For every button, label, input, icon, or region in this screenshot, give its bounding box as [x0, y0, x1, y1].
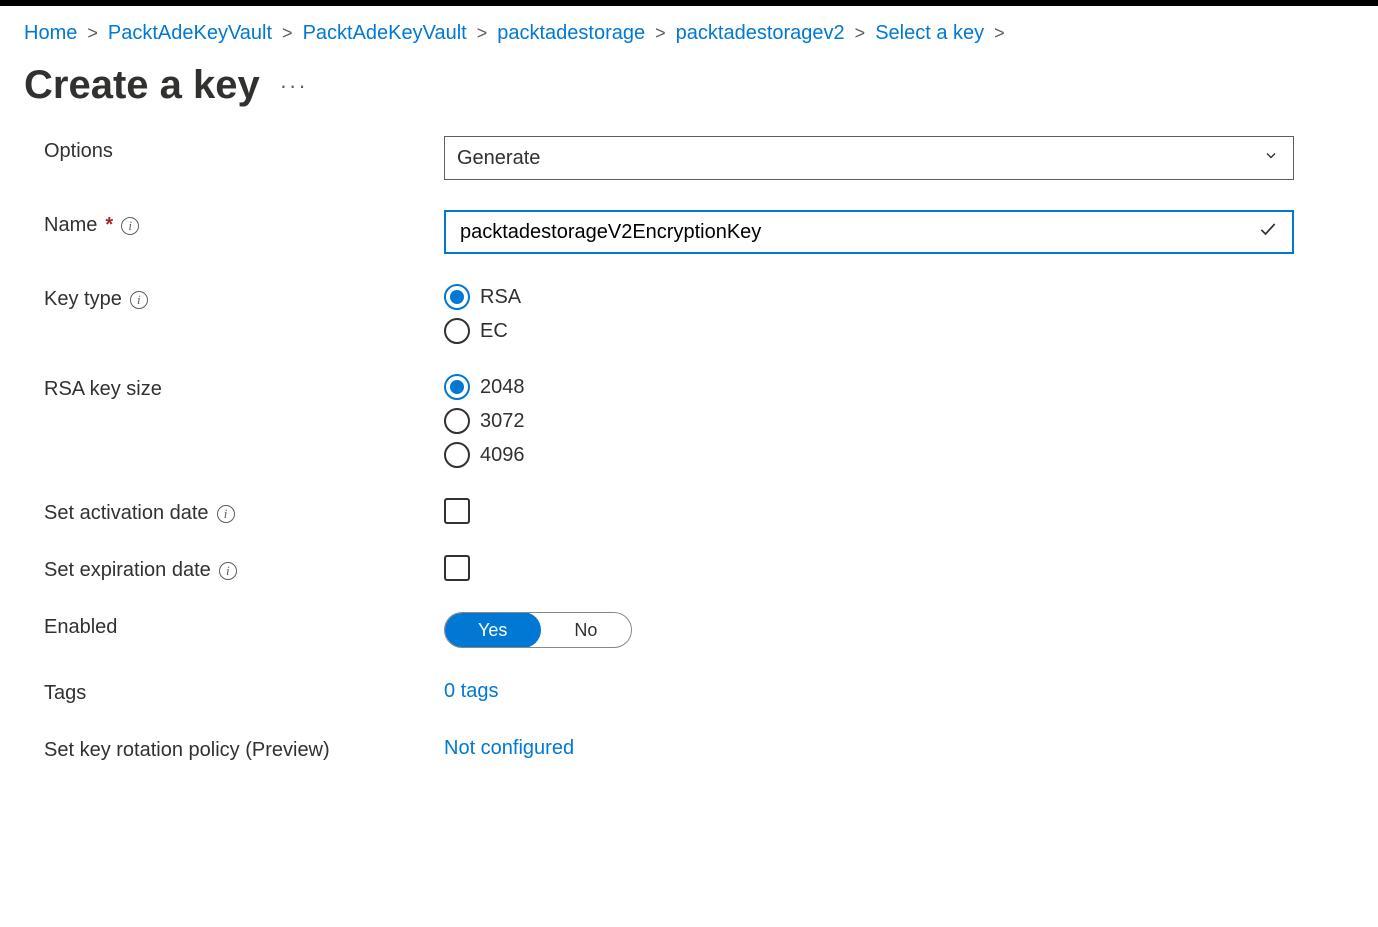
more-actions-button[interactable]: ··· [280, 73, 308, 99]
breadcrumb-vault-2[interactable]: PacktAdeKeyVault [303, 22, 467, 45]
chevron-right-icon: > [855, 23, 866, 44]
breadcrumb-vault-1[interactable]: PacktAdeKeyVault [108, 22, 272, 45]
tags-link[interactable]: 0 tags [444, 678, 498, 703]
radio-label: RSA [480, 286, 521, 309]
rsa-size-4096[interactable]: 4096 [444, 442, 1314, 468]
options-value: Generate [457, 147, 540, 170]
enabled-no[interactable]: No [540, 613, 631, 647]
chevron-right-icon: > [87, 23, 98, 44]
name-label: Name [44, 214, 97, 237]
chevron-right-icon: > [282, 23, 293, 44]
tags-label: Tags [44, 682, 86, 705]
expiration-date-label: Set expiration date [44, 559, 211, 582]
info-icon[interactable]: i [130, 291, 148, 309]
radio-label: EC [480, 320, 508, 343]
info-icon[interactable]: i [121, 217, 139, 235]
rotation-policy-label: Set key rotation policy (Preview) [44, 739, 330, 762]
chevron-down-icon [1263, 147, 1279, 170]
breadcrumb-storage-1[interactable]: packtadestorage [497, 22, 645, 45]
options-select[interactable]: Generate [444, 136, 1294, 180]
rsa-size-3072[interactable]: 3072 [444, 408, 1314, 434]
page-title: Create a key [24, 63, 260, 108]
check-icon [1258, 219, 1278, 245]
key-type-radio-group: RSA EC [444, 284, 1314, 344]
key-type-label: Key type [44, 288, 122, 311]
info-icon[interactable]: i [219, 562, 237, 580]
options-label: Options [44, 140, 113, 163]
radio-label: 4096 [480, 444, 525, 467]
rsa-key-size-radio-group: 2048 3072 4096 [444, 374, 1314, 468]
key-type-ec[interactable]: EC [444, 318, 1314, 344]
chevron-right-icon: > [477, 23, 488, 44]
expiration-date-checkbox[interactable] [444, 555, 470, 581]
key-type-rsa[interactable]: RSA [444, 284, 1314, 310]
breadcrumb-storage-2[interactable]: packtadestoragev2 [676, 22, 845, 45]
info-icon[interactable]: i [217, 505, 235, 523]
breadcrumb-home[interactable]: Home [24, 22, 77, 45]
chevron-right-icon: > [655, 23, 666, 44]
enabled-yes[interactable]: Yes [444, 612, 541, 648]
name-input[interactable] [458, 220, 1248, 245]
rotation-policy-link[interactable]: Not configured [444, 735, 574, 760]
breadcrumb: Home > PacktAdeKeyVault > PacktAdeKeyVau… [24, 22, 1354, 45]
radio-label: 3072 [480, 410, 525, 433]
enabled-toggle: Yes No [444, 612, 632, 648]
name-input-wrapper [444, 210, 1294, 254]
breadcrumb-select-key[interactable]: Select a key [875, 22, 984, 45]
enabled-label: Enabled [44, 616, 117, 639]
activation-date-label: Set activation date [44, 502, 209, 525]
rsa-size-2048[interactable]: 2048 [444, 374, 1314, 400]
activation-date-checkbox[interactable] [444, 498, 470, 524]
required-indicator: * [105, 214, 113, 237]
chevron-right-icon: > [994, 23, 1005, 44]
rsa-key-size-label: RSA key size [44, 378, 162, 401]
radio-label: 2048 [480, 376, 525, 399]
